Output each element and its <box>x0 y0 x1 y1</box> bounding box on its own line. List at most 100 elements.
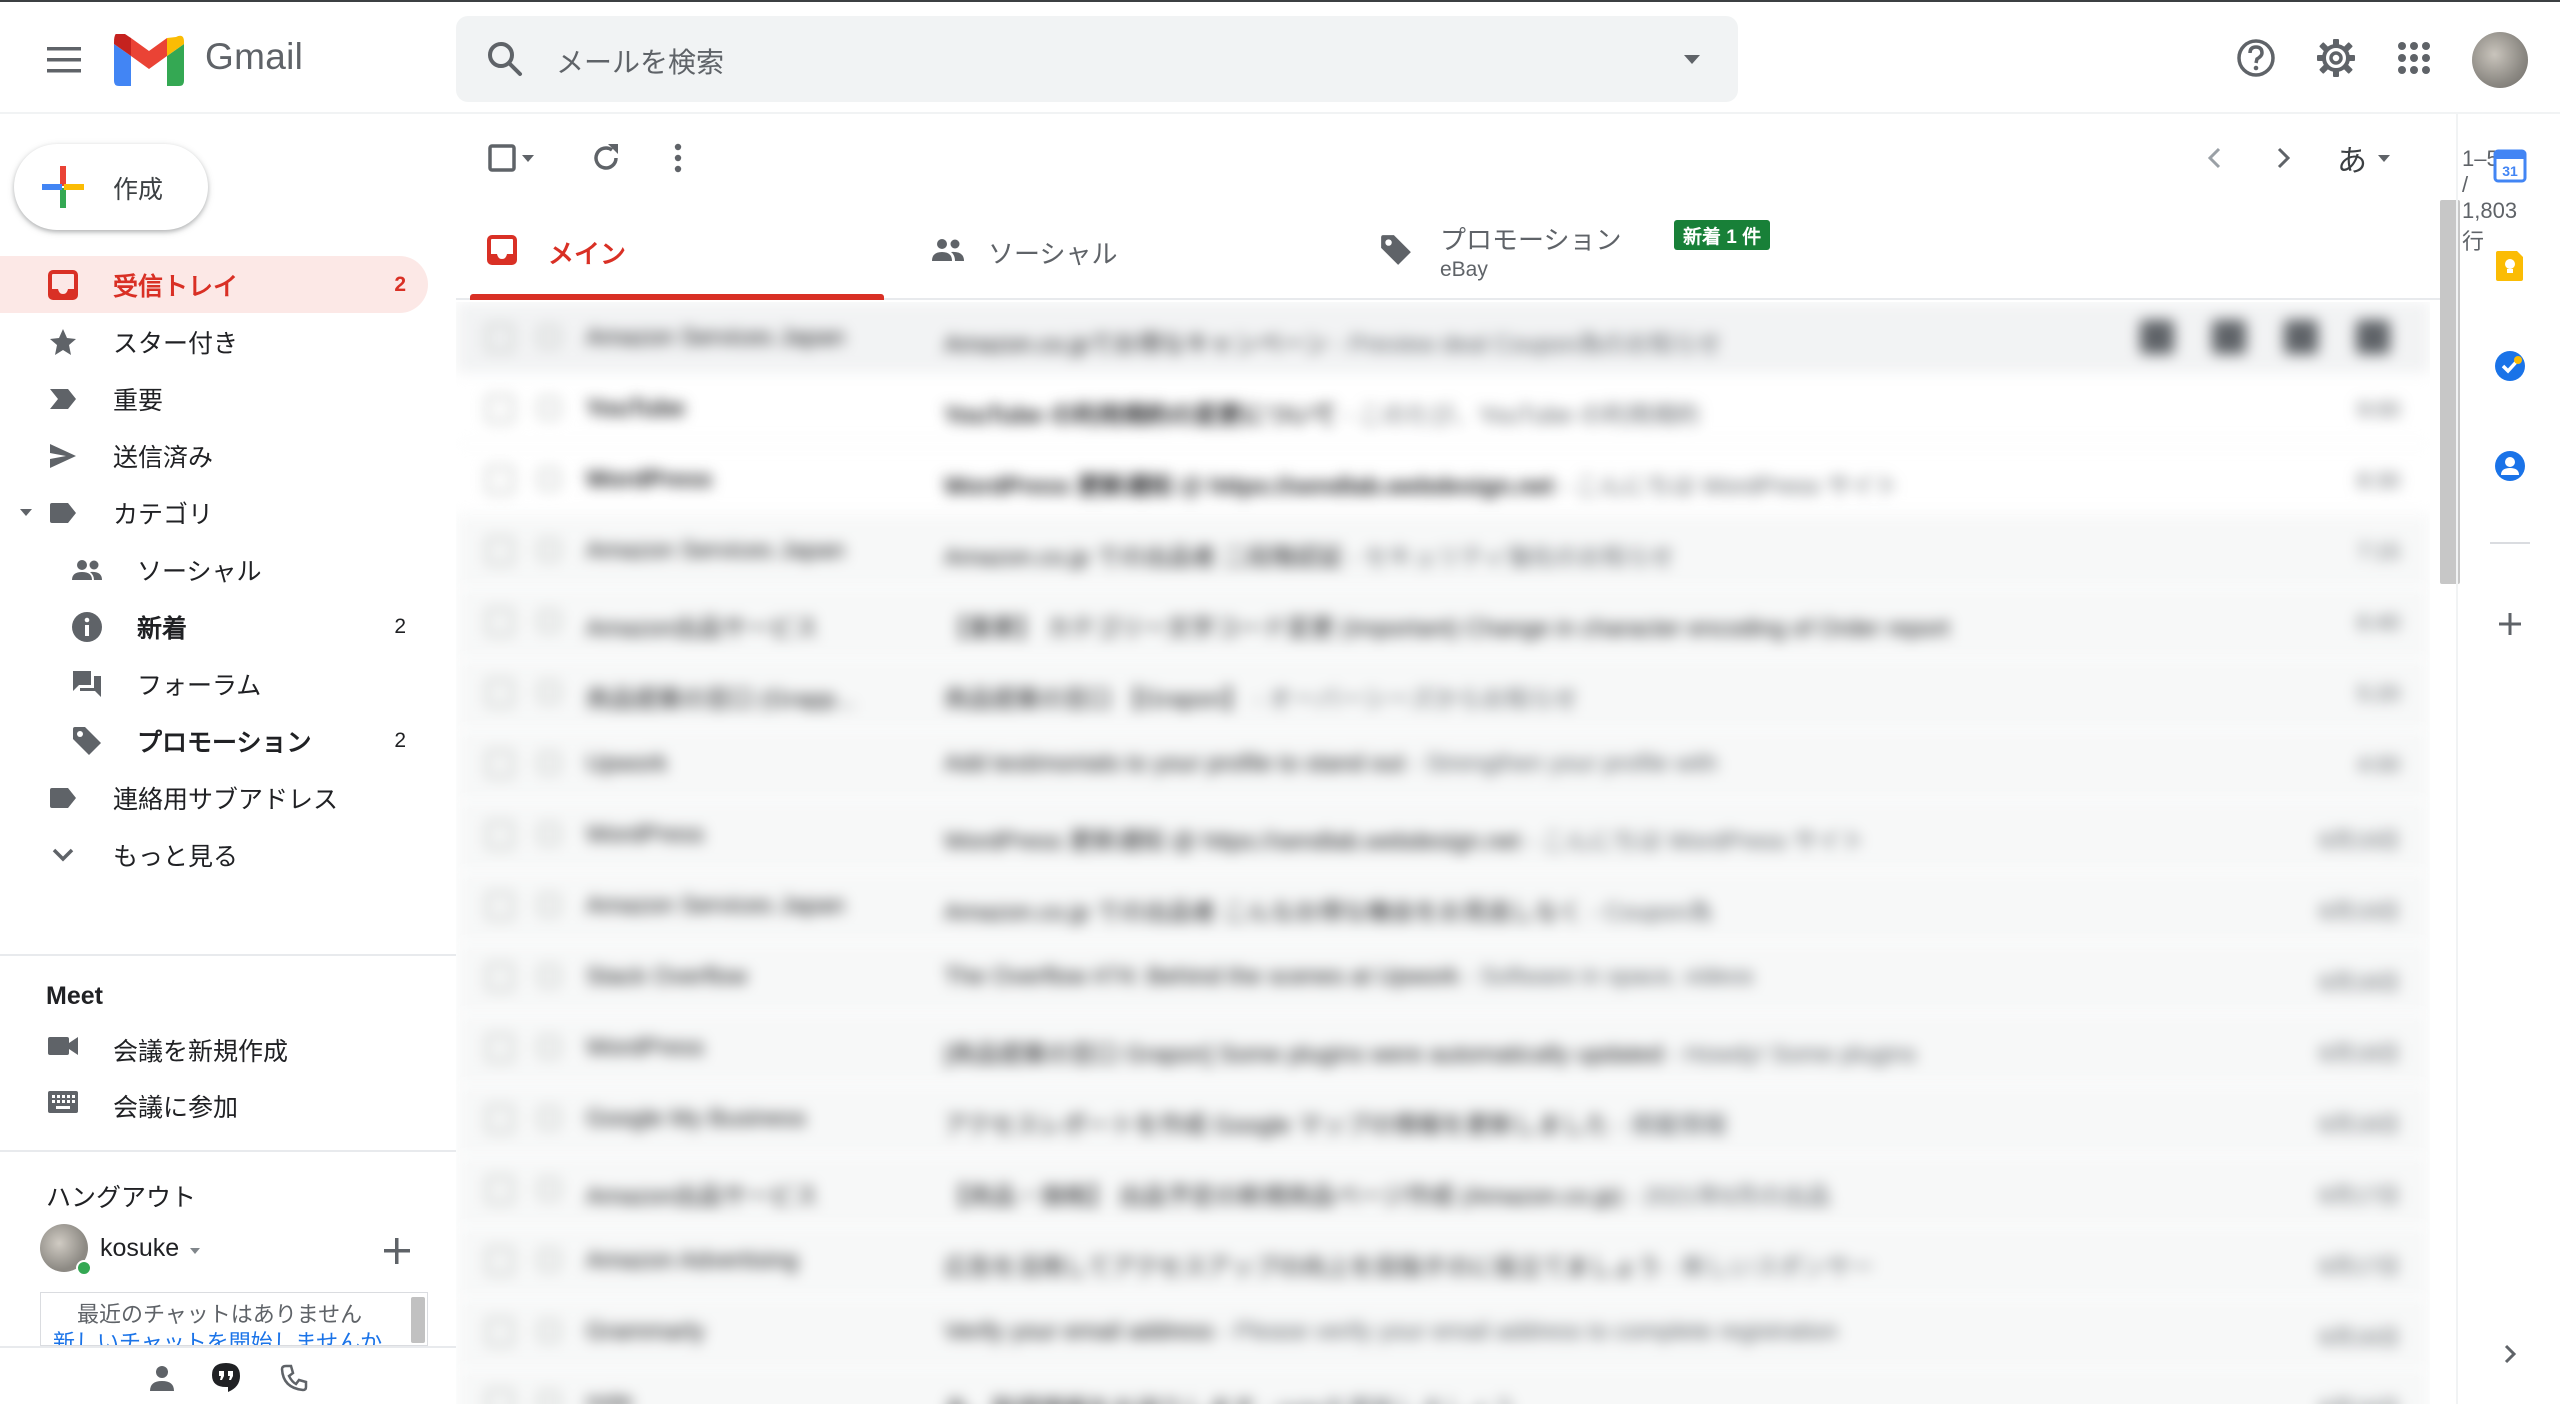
row-star-icon[interactable] <box>538 1178 560 1200</box>
row-checkbox[interactable] <box>486 1247 514 1275</box>
sidebar-item-updates[interactable]: 新着 2 <box>0 598 428 655</box>
row-checkbox[interactable] <box>486 537 514 565</box>
row-star-icon[interactable] <box>538 397 560 419</box>
expand-panel-chevron-icon[interactable] <box>2484 1328 2536 1380</box>
app-title[interactable]: Gmail <box>205 36 303 78</box>
sidebar-item-social[interactable]: ソーシャル <box>0 541 428 598</box>
row-star-icon[interactable] <box>538 823 560 845</box>
row-star-icon[interactable] <box>538 1249 560 1271</box>
settings-gear-icon[interactable] <box>2310 32 2362 84</box>
row-checkbox[interactable] <box>486 821 514 849</box>
row-checkbox[interactable] <box>486 750 514 778</box>
sidebar-item-categories[interactable]: カテゴリ <box>0 484 428 541</box>
email-row[interactable]: Amazon出品サービス 【商品・価格】 出品予定の新規商品ページ作成 (Amaz… <box>456 1154 2430 1225</box>
row-checkbox[interactable] <box>486 963 514 991</box>
mark-read-icon[interactable] <box>2284 320 2318 354</box>
sidebar-item-important[interactable]: 重要 <box>0 370 428 427</box>
row-checkbox[interactable] <box>486 466 514 494</box>
select-options-caret-icon[interactable] <box>518 140 538 176</box>
row-star-icon[interactable] <box>538 1391 560 1404</box>
join-meeting-button[interactable]: 会議に参加 <box>0 1074 428 1130</box>
gmail-logo-icon[interactable] <box>114 31 184 86</box>
new-chat-plus-icon[interactable] <box>380 1234 414 1268</box>
snooze-icon[interactable] <box>2356 320 2390 354</box>
sidebar-item-starred[interactable]: スター付き <box>0 313 428 370</box>
email-row[interactable]: Grammarly Verify your email address - Ple… <box>456 1296 2430 1367</box>
sidebar-item-sent[interactable]: 送信済み <box>0 427 428 484</box>
expand-caret-icon[interactable] <box>20 509 32 516</box>
input-tools-button[interactable]: あ <box>2330 140 2374 178</box>
select-all-checkbox[interactable] <box>484 140 520 176</box>
contacts-icon[interactable] <box>2484 440 2536 492</box>
email-row[interactable]: 商品提案の窓口 (Grapp... 商品提案の窓口 【Grapon】 - オーバー… <box>456 657 2430 728</box>
compose-button[interactable]: 作成 <box>14 144 208 230</box>
row-star-icon[interactable] <box>538 1036 560 1058</box>
row-star-icon[interactable] <box>538 610 560 632</box>
email-row[interactable]: WordPress WordPress 更新通知 @ https://sendla… <box>456 799 2430 870</box>
hangouts-user-name[interactable]: kosuke <box>100 1234 179 1263</box>
row-checkbox[interactable] <box>486 892 514 920</box>
tab-social[interactable]: ソーシャル <box>904 200 1344 300</box>
sidebar-item-subaddress[interactable]: 連絡用サブアドレス <box>0 769 428 826</box>
user-menu-caret-icon[interactable] <box>190 1248 200 1254</box>
tab-promotions[interactable]: プロモーション 新着 1 件 eBay <box>1352 200 1852 300</box>
row-star-icon[interactable] <box>538 965 560 987</box>
row-checkbox[interactable] <box>486 679 514 707</box>
sidebar-item-forums[interactable]: フォーラム <box>0 655 428 712</box>
email-row[interactable]: Amazon出品サービス 【重要】 カテゴリー文字コード変更 (Important… <box>456 586 2430 657</box>
tasks-icon[interactable] <box>2484 340 2536 392</box>
refresh-icon[interactable] <box>588 140 624 176</box>
row-star-icon[interactable] <box>538 539 560 561</box>
email-row[interactable]: WordPress WordPress 更新通知 @ https://sendla… <box>456 444 2430 515</box>
row-star-icon[interactable] <box>538 894 560 916</box>
apps-grid-icon[interactable] <box>2388 32 2440 84</box>
more-options-icon[interactable] <box>660 140 696 176</box>
main-menu-icon[interactable] <box>36 32 92 88</box>
search-icon[interactable] <box>486 40 524 83</box>
search-bar[interactable]: メールを検索 <box>456 16 1738 102</box>
email-row[interactable]: Amazon Advertising 広告を活用してアクセスアップの向上を目指すの… <box>456 1225 2430 1296</box>
row-checkbox[interactable] <box>486 395 514 423</box>
phone-icon[interactable] <box>274 1358 314 1398</box>
email-row[interactable]: Amazon Services Japan Amazon.co.jp での出品者 … <box>456 515 2430 586</box>
sidebar-item-inbox[interactable]: 受信トレイ 2 <box>0 256 428 313</box>
row-star-icon[interactable] <box>538 752 560 774</box>
calendar-icon[interactable]: 31 <box>2484 140 2536 192</box>
row-checkbox[interactable] <box>486 1318 514 1346</box>
email-row[interactable]: Amazon Services Japan Amazon.co.jpでお得なキャン… <box>456 302 2430 373</box>
row-checkbox[interactable] <box>486 1105 514 1133</box>
email-row[interactable]: Upwork Add testimonials to your profile t… <box>456 728 2430 799</box>
chat-scrollbar[interactable] <box>411 1297 425 1343</box>
keep-notes-icon[interactable] <box>2484 240 2536 292</box>
row-checkbox[interactable] <box>486 1389 514 1404</box>
search-options-icon[interactable] <box>1684 55 1700 64</box>
sidebar-item-promotions[interactable]: プロモーション 2 <box>0 712 428 769</box>
email-row[interactable]: Google My Business アクセスレポートを作成 Google マップ… <box>456 1083 2430 1154</box>
email-row[interactable]: Amazon Services Japan Amazon.co.jp での出品者 … <box>456 870 2430 941</box>
row-checkbox[interactable] <box>486 1034 514 1062</box>
start-chat-link[interactable]: 新しいチャットを開始しませんか <box>53 1325 382 1345</box>
tab-main[interactable]: メイン <box>456 200 896 300</box>
new-meeting-button[interactable]: 会議を新規作成 <box>0 1018 428 1074</box>
row-star-icon[interactable] <box>538 681 560 703</box>
row-star-icon[interactable] <box>538 1320 560 1342</box>
row-checkbox[interactable] <box>486 1176 514 1204</box>
account-avatar[interactable] <box>2472 32 2528 88</box>
help-icon[interactable] <box>2230 32 2282 84</box>
row-star-icon[interactable] <box>538 1107 560 1129</box>
row-checkbox[interactable] <box>486 608 514 636</box>
row-checkbox[interactable] <box>486 324 514 352</box>
hangouts-chat-icon[interactable] <box>206 1358 246 1398</box>
email-row[interactable]: Stack Overflow The Overflow #74: Behind t… <box>456 941 2430 1012</box>
row-star-icon[interactable] <box>538 326 560 348</box>
search-input[interactable]: メールを検索 <box>556 41 724 81</box>
row-star-icon[interactable] <box>538 468 560 490</box>
archive-icon[interactable] <box>2140 320 2174 354</box>
email-row[interactable]: YouTube YouTube の利用規約の変更について - このたび、YouTu… <box>456 373 2430 444</box>
contacts-person-icon[interactable] <box>142 1358 182 1398</box>
delete-icon[interactable] <box>2212 320 2246 354</box>
input-tools-caret-icon[interactable] <box>2374 140 2394 176</box>
add-addon-plus-icon[interactable] <box>2484 598 2536 650</box>
prev-page-icon[interactable] <box>2196 140 2232 176</box>
email-row[interactable]: WordPress [商品提案の窓口 Grapon] Some plugins w… <box>456 1012 2430 1083</box>
